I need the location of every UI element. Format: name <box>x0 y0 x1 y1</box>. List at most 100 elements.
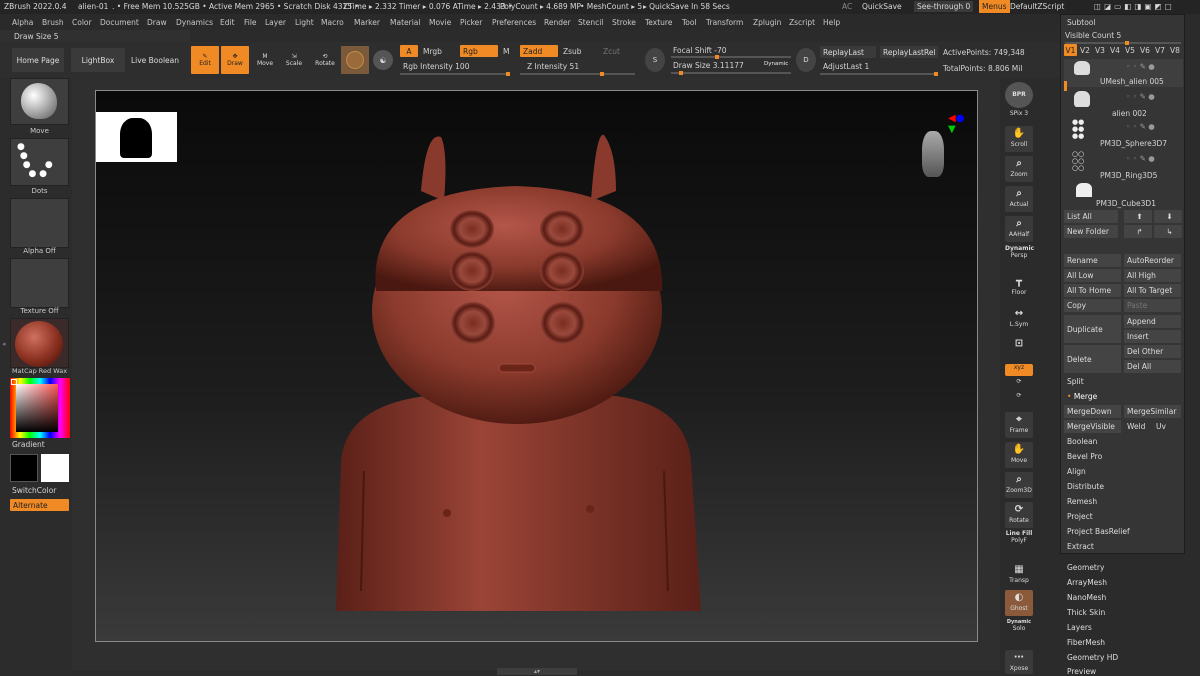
menu-file[interactable]: File <box>244 18 257 27</box>
nanomesh-section[interactable]: NanoMesh <box>1067 593 1106 602</box>
subtool-item[interactable]: ●● ●● ●● PM3D_Sphere3D7 ◦ ◦ ✎ ● <box>1064 119 1183 149</box>
duplicate-button[interactable]: Duplicate <box>1064 315 1121 343</box>
menu-stroke[interactable]: Stroke <box>612 18 636 27</box>
live-boolean-button[interactable]: Live Boolean <box>129 48 181 72</box>
collapse-left-icon[interactable]: ◂ <box>2 340 6 348</box>
menu-tool[interactable]: Tool <box>682 18 697 27</box>
subtool-item[interactable]: ○○ ○○ ○○ PM3D_Ring3D5 ◦ ◦ ✎ ● <box>1064 151 1183 181</box>
move-in-icon[interactable]: ↳ <box>1154 225 1182 238</box>
visibility-icon[interactable]: ◦ ◦ ✎ ● <box>1126 62 1155 71</box>
menu-marker[interactable]: Marker <box>354 18 380 27</box>
move-view-button[interactable]: ✋ Move <box>1005 442 1033 468</box>
menu-alpha[interactable]: Alpha <box>12 18 33 27</box>
v5-tab[interactable]: V5 <box>1125 46 1135 55</box>
switch-color-button[interactable]: SwitchColor <box>12 486 56 495</box>
visibility-icon[interactable]: ◦ ◦ ✎ ● <box>1126 92 1155 101</box>
lightbox-button[interactable]: LightBox <box>71 48 125 72</box>
color-picker[interactable] <box>10 378 70 438</box>
merge-visible-button[interactable]: MergeVisible <box>1064 420 1121 433</box>
yin-yang-icon[interactable]: ☯ <box>373 50 393 70</box>
menu-render[interactable]: Render <box>544 18 571 27</box>
ghost-button[interactable]: ◐ Ghost <box>1005 590 1033 616</box>
persp-button[interactable]: Dynamic Persp <box>1005 245 1034 271</box>
menu-macro[interactable]: Macro <box>321 18 344 27</box>
distribute-section[interactable]: Distribute <box>1064 480 1181 493</box>
remesh-section[interactable]: Remesh <box>1064 495 1181 508</box>
quicksave-button[interactable]: QuickSave <box>862 2 902 11</box>
brush-thumbnail[interactable] <box>10 78 69 125</box>
color-saturation-square[interactable] <box>16 384 58 432</box>
stroke-thumbnail[interactable]: ● ● ● ● ● ● <box>10 138 69 186</box>
rgb-button[interactable]: Rgb <box>460 45 498 57</box>
rotate-z-icon[interactable]: ⟳ <box>1005 392 1033 406</box>
transp-button[interactable]: ▦ Transp <box>1005 562 1033 588</box>
menu-material[interactable]: Material <box>390 18 420 27</box>
mrgb-button[interactable]: Mrgb <box>423 47 442 56</box>
menu-preferences[interactable]: Preferences <box>492 18 536 27</box>
xpose-button[interactable]: ⋯ Xpose <box>1005 650 1033 674</box>
delete-button[interactable]: Delete <box>1064 345 1121 373</box>
frame-button[interactable]: ⌖ Frame <box>1005 412 1033 438</box>
project-basrelief-section[interactable]: Project BasRelief <box>1064 525 1181 538</box>
menus-button[interactable]: Menus <box>979 0 1010 13</box>
zoom-button[interactable]: ⌕ Zoom <box>1005 156 1033 182</box>
bpr-button[interactable]: BPR <box>1005 82 1033 108</box>
lazy-mouse-icon[interactable]: D <box>796 48 816 72</box>
visibility-icon[interactable]: ◦ ◦ ✎ ● <box>1126 122 1155 131</box>
v6-tab[interactable]: V6 <box>1140 46 1150 55</box>
home-page-button[interactable]: Home Page <box>12 48 64 72</box>
menu-texture[interactable]: Texture <box>645 18 672 27</box>
focal-shift-icon[interactable]: S <box>645 48 665 72</box>
weld-toggle[interactable]: Weld <box>1124 420 1150 433</box>
scroll-button[interactable]: ✋ Scroll <box>1005 126 1033 152</box>
v2-tab[interactable]: V2 <box>1080 46 1090 55</box>
replay-last-button[interactable]: ReplayLast <box>820 46 876 58</box>
menu-layer[interactable]: Layer <box>265 18 286 27</box>
all-to-target-button[interactable]: All To Target <box>1124 284 1181 297</box>
m-button[interactable]: M <box>503 47 509 56</box>
material-swatch-button[interactable] <box>341 46 369 74</box>
autoreorder-button[interactable]: AutoReorder <box>1124 254 1181 267</box>
geometry-section[interactable]: Geometry <box>1067 563 1104 572</box>
menu-dynamics[interactable]: Dynamics <box>176 18 213 27</box>
v7-tab[interactable]: V7 <box>1155 46 1165 55</box>
merge-down-button[interactable]: MergeDown <box>1064 405 1121 418</box>
viewport-3d[interactable]: ◀● ▼ <box>95 90 978 642</box>
arraymesh-section[interactable]: ArrayMesh <box>1067 578 1107 587</box>
navigator-thumbnail[interactable] <box>96 112 177 162</box>
aahalf-button[interactable]: ⌕ AAHalf <box>1005 216 1033 242</box>
append-button[interactable]: Append <box>1124 315 1181 328</box>
menu-zplugin[interactable]: Zplugin <box>753 18 781 27</box>
list-all-button[interactable]: List All <box>1064 210 1118 223</box>
all-high-button[interactable]: All High <box>1124 269 1181 282</box>
move-up-icon[interactable]: ⬆ <box>1124 210 1152 223</box>
menu-document[interactable]: Document <box>100 18 139 27</box>
menu-picker[interactable]: Picker <box>460 18 482 27</box>
subtool-item[interactable]: PM3D_Cube3D1 <box>1064 183 1183 211</box>
insert-button[interactable]: Insert <box>1124 330 1181 343</box>
split-section[interactable]: Split <box>1064 375 1181 388</box>
rotate-view-button[interactable]: ⟳ Rotate <box>1005 502 1033 528</box>
visibility-icon[interactable]: ◦ ◦ ✎ ● <box>1126 154 1155 163</box>
xyz-button[interactable]: xyz <box>1005 364 1033 376</box>
menu-help[interactable]: Help <box>823 18 840 27</box>
geometry-hd-section[interactable]: Geometry HD <box>1067 653 1118 662</box>
main-color-swatch[interactable] <box>41 454 69 482</box>
zoom3d-button[interactable]: ⌕ Zoom3D <box>1005 472 1033 498</box>
copy-button[interactable]: Copy <box>1064 299 1121 312</box>
menu-stencil[interactable]: Stencil <box>578 18 603 27</box>
focal-shift-slider[interactable]: Focal Shift -70 <box>673 46 727 55</box>
rgb-intensity-track[interactable] <box>400 72 510 76</box>
scale-button[interactable]: ⇲ Scale <box>281 46 307 74</box>
dynamic-toggle[interactable]: Dynamic <box>764 61 788 67</box>
project-section[interactable]: Project <box>1064 510 1181 523</box>
polyf-button[interactable]: Line Fill PolyF <box>1005 530 1033 556</box>
rgb-intensity-slider[interactable]: Rgb Intensity 100 <box>403 62 469 71</box>
z-intensity-track[interactable] <box>520 72 635 76</box>
menu-movie[interactable]: Movie <box>429 18 451 27</box>
menu-color[interactable]: Color <box>72 18 92 27</box>
merge-section[interactable]: • Merge <box>1064 390 1181 403</box>
fibermesh-section[interactable]: FiberMesh <box>1067 638 1105 647</box>
window-controls-icon[interactable]: ◫◪▭◧◨▣◩□ <box>1094 2 1175 11</box>
draw-button[interactable]: ✥ Draw <box>221 46 249 74</box>
